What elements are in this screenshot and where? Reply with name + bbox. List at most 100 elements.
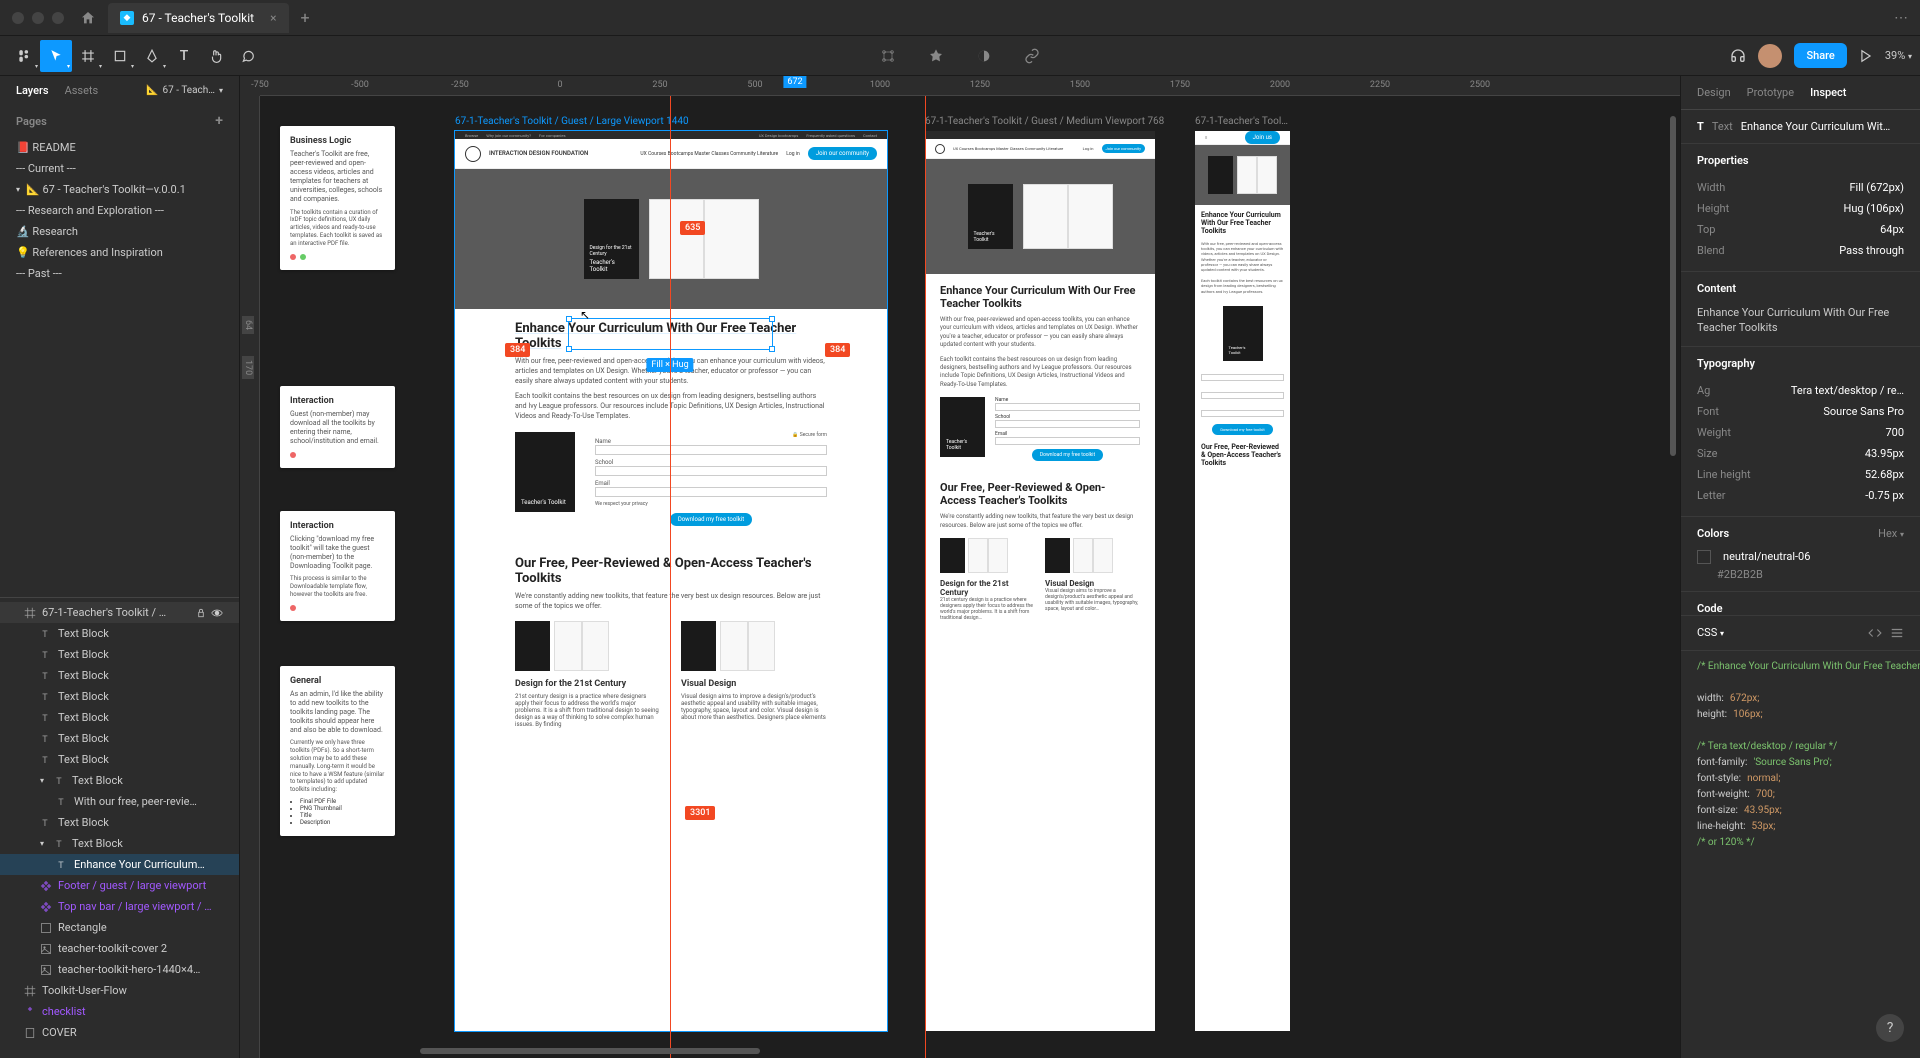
pages-label: Pages [16,115,47,128]
figma-file-icon: ◆ [120,11,134,25]
home-icon[interactable] [80,10,96,26]
color-row[interactable]: neutral/neutral-06 [1697,548,1904,566]
new-tab-button[interactable]: + [301,8,310,27]
layer-item[interactable]: Top nav bar / large viewport / … [0,896,239,917]
property-row[interactable]: WidthFill (672px) [1697,177,1904,198]
toolbar: ▾ ▾ ▾ ▾ ▾ T Share 39% ▾ [0,36,1920,76]
component-icon[interactable] [872,40,904,72]
page-item[interactable]: 💡 References and Inspiration [0,242,239,263]
property-row[interactable]: Line height52.68px [1697,464,1904,485]
comment-tool[interactable] [232,40,264,72]
frame-large[interactable]: BrowseWhy join our community?For compani… [455,131,887,1031]
note-business-logic[interactable]: Business Logic Teacher's Toolkit are fre… [280,126,395,270]
frame-tool[interactable]: ▾ [72,40,104,72]
frame-small[interactable]: ≡Join us Enhance Your Curriculum With Ou… [1195,131,1290,1031]
scroll-thumb[interactable] [1670,116,1676,456]
prototype-tab[interactable]: Prototype [1747,86,1794,99]
property-row[interactable]: AgTera text/desktop / re… [1697,380,1904,401]
note-interaction-2[interactable]: Interaction Clicking "download my free t… [280,511,395,621]
page-item[interactable]: ▾ 📐 67 - Teacher's Toolkit—v.0.0.1 [0,179,239,200]
layer-item[interactable]: TText Block [0,749,239,770]
help-button[interactable]: ? [1876,1014,1904,1042]
measure-top: 635 [680,221,705,235]
pen-tool[interactable]: ▾ [136,40,168,72]
layer-item[interactable]: TWith our free, peer-revie… [0,791,239,812]
headphones-icon[interactable] [1730,48,1746,64]
property-row[interactable]: Weight700 [1697,422,1904,443]
close-window[interactable] [12,12,24,24]
code-view-icon[interactable] [1868,626,1882,640]
ruler-tick: 500 [747,80,762,90]
link-icon[interactable] [1016,40,1048,72]
zoom-level[interactable]: 39% ▾ [1885,49,1912,62]
layer-item[interactable]: TText Block [0,623,239,644]
layer-item[interactable]: TEnhance Your Curriculum… [0,854,239,875]
layers-tab[interactable]: Layers [16,84,49,97]
frame-label-medium[interactable]: 67-1-Teacher's Toolkit / Guest / Medium … [925,116,1164,127]
page-item[interactable]: --- Past --- [0,263,239,284]
share-button[interactable]: Share [1794,43,1846,68]
property-row[interactable]: Letter-0.75 px [1697,485,1904,506]
hand-tool[interactable] [200,40,232,72]
file-tab[interactable]: ◆ 67 - Teacher's Toolkit × [108,3,289,33]
frame-label-small[interactable]: 67-1-Teacher's Tool… [1195,116,1288,127]
color-format[interactable]: Hex ▾ [1878,527,1904,540]
inspect-tab[interactable]: Inspect [1810,86,1846,99]
code-lang[interactable]: CSS ▾ [1697,626,1724,639]
page-selector[interactable]: 📐 67 - Teach… ▾ [146,84,223,97]
frame-label-large[interactable]: 67-1-Teacher's Toolkit / Guest / Large V… [455,116,689,127]
text-tool[interactable]: T [168,40,200,72]
page-item[interactable]: --- Current --- [0,158,239,179]
layer-item[interactable]: teacher-toolkit-hero-1440×4… [0,959,239,980]
property-row[interactable]: Size43.95px [1697,443,1904,464]
layer-item[interactable]: TText Block [0,686,239,707]
svg-text:T: T [42,714,48,724]
user-avatar[interactable] [1758,44,1782,68]
app-menu-icon[interactable]: ⋯ [1894,10,1908,26]
property-row[interactable]: FontSource Sans Pro [1697,401,1904,422]
layer-item[interactable]: ▾TText Block [0,833,239,854]
page-item[interactable]: --- Research and Exploration --- [0,200,239,221]
note-general[interactable]: General As an admin, I'd like the abilit… [280,666,395,836]
layer-item[interactable]: TText Block [0,707,239,728]
boolean-icon[interactable] [968,40,1000,72]
layer-item[interactable]: Footer / guest / large viewport [0,875,239,896]
move-tool[interactable]: ▾ [40,40,72,72]
note-title: Business Logic [290,136,385,146]
add-page-button[interactable]: + [215,113,223,129]
layer-item[interactable]: TText Block [0,644,239,665]
layer-item[interactable]: Toolkit-User-Flow [0,980,239,1001]
note-interaction-1[interactable]: Interaction Guest (non-member) may downl… [280,386,395,468]
left-panel: Layers Assets 📐 67 - Teach… ▾ Pages + 📕 … [0,76,240,1058]
page-item[interactable]: 📕 README [0,137,239,158]
property-row[interactable]: HeightHug (106px) [1697,198,1904,219]
property-row[interactable]: Top64px [1697,219,1904,240]
page-item[interactable]: 🔬 Research [0,221,239,242]
shape-tool[interactable]: ▾ [104,40,136,72]
property-row[interactable]: BlendPass through [1697,240,1904,261]
layer-item[interactable]: COVER [0,1022,239,1043]
canvas[interactable]: -1000-750-500-25002505006721000125015001… [240,76,1680,1058]
layer-item[interactable]: checklist [0,1001,239,1022]
main-menu-button[interactable]: ▾ [8,40,40,72]
layer-item[interactable]: ▾TText Block [0,770,239,791]
layer-item[interactable]: TText Block [0,665,239,686]
layer-item[interactable]: 67-1-Teacher's Toolkit / … [0,602,239,623]
present-button[interactable] [1859,49,1873,63]
layer-item[interactable]: teacher-toolkit-cover 2 [0,938,239,959]
design-tab[interactable]: Design [1697,86,1731,99]
frame-medium[interactable]: UX Courses Bootcamps Master Classes Comm… [925,131,1155,1031]
layer-item[interactable]: TText Block [0,728,239,749]
layer-item[interactable]: TText Block [0,812,239,833]
assets-tab[interactable]: Assets [65,84,99,97]
mask-icon[interactable] [920,40,952,72]
code-section: Code [1697,602,1723,615]
close-tab-icon[interactable]: × [270,11,276,25]
code-block[interactable]: /* Enhance Your Curriculum With Our Free… [1681,651,1920,859]
minimize-window[interactable] [32,12,44,24]
layer-item[interactable]: Rectangle [0,917,239,938]
list-view-icon[interactable] [1890,626,1904,640]
maximize-window[interactable] [52,12,64,24]
scroll-thumb-h[interactable] [420,1048,760,1054]
content-section: Content [1697,282,1904,295]
